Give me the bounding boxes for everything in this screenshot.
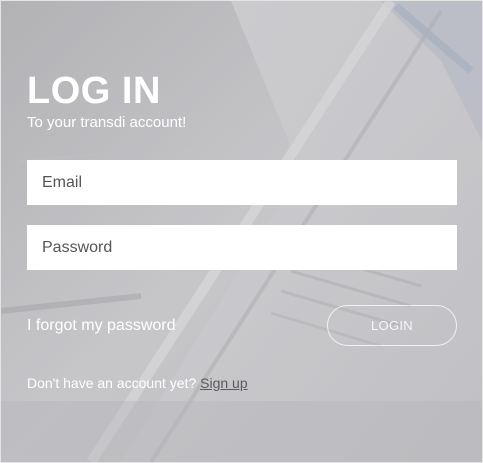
signup-prompt: Don't have an account yet? [27,375,197,391]
page-title: LOG IN [27,70,161,112]
login-panel: LOG IN To your transdi account! I forgot… [0,0,483,463]
signup-link[interactable]: Sign up [200,375,247,391]
signup-row: Don't have an account yet? Sign up [27,373,248,393]
password-field[interactable] [27,225,457,270]
email-field[interactable] [27,160,457,205]
page-subtitle: To your transdi account! [27,114,187,131]
login-form: LOG IN To your transdi account! I forgot… [1,1,482,462]
forgot-password-link[interactable]: I forgot my password [27,315,176,337]
login-button[interactable]: LOGIN [327,305,457,346]
